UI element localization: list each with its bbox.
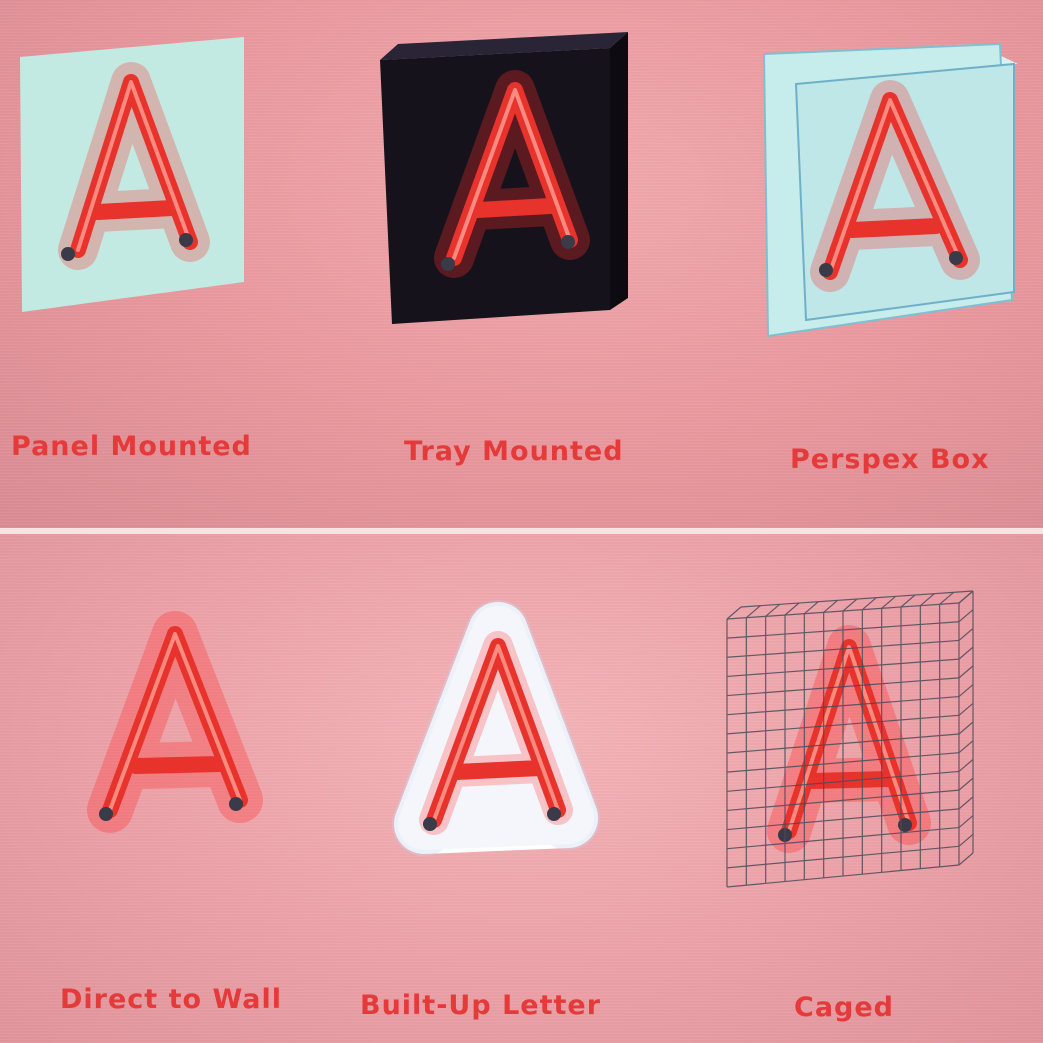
standoff-fixing-icon: [561, 235, 575, 249]
option-built-up-letter[interactable]: [390, 600, 610, 860]
bottom-mounting-options-panel: Direct to Wall Built-Up Letter Caged: [0, 534, 1043, 1043]
standoff-fixing-icon: [949, 251, 963, 265]
label-direct-to-wall: Direct to Wall: [60, 984, 283, 1015]
standoff-fixing-icon: [819, 263, 833, 277]
perspex-box-illustration: [762, 42, 1018, 338]
standoff-fixing-icon: [423, 817, 437, 831]
label-panel-mounted: Panel Mounted: [11, 431, 252, 462]
panel-mounted-illustration: [20, 37, 244, 312]
standoff-fixing-icon: [229, 797, 243, 811]
option-caged[interactable]: [715, 589, 985, 899]
standoff-fixing-icon: [61, 247, 75, 261]
neon-letter-a-icon: [87, 611, 263, 833]
standoff-fixing-icon: [179, 233, 193, 247]
label-perspex-box: Perspex Box: [790, 444, 990, 475]
tray-side-edge: [610, 32, 628, 310]
label-caged: Caged: [794, 992, 895, 1023]
standoff-fixing-icon: [898, 818, 912, 832]
option-tray-mounted[interactable]: [370, 20, 640, 340]
direct-to-wall-illustration: [87, 611, 263, 833]
label-built-up-letter: Built-Up Letter: [360, 990, 602, 1021]
standoff-fixing-icon: [547, 807, 561, 821]
standoff-fixing-icon: [99, 807, 113, 821]
option-panel-mounted[interactable]: [0, 0, 300, 340]
caged-illustration: [726, 590, 974, 888]
option-direct-to-wall[interactable]: [80, 611, 280, 854]
tray-mounted-illustration: [380, 32, 628, 324]
standoff-fixing-icon: [441, 257, 455, 271]
option-perspex-box[interactable]: [750, 30, 1043, 350]
label-tray-mounted: Tray Mounted: [404, 436, 624, 467]
top-mounting-options-panel: Panel Mounted Tray Mounted Perspex Box: [0, 0, 1043, 528]
built-up-letter-illustration: [392, 600, 600, 856]
